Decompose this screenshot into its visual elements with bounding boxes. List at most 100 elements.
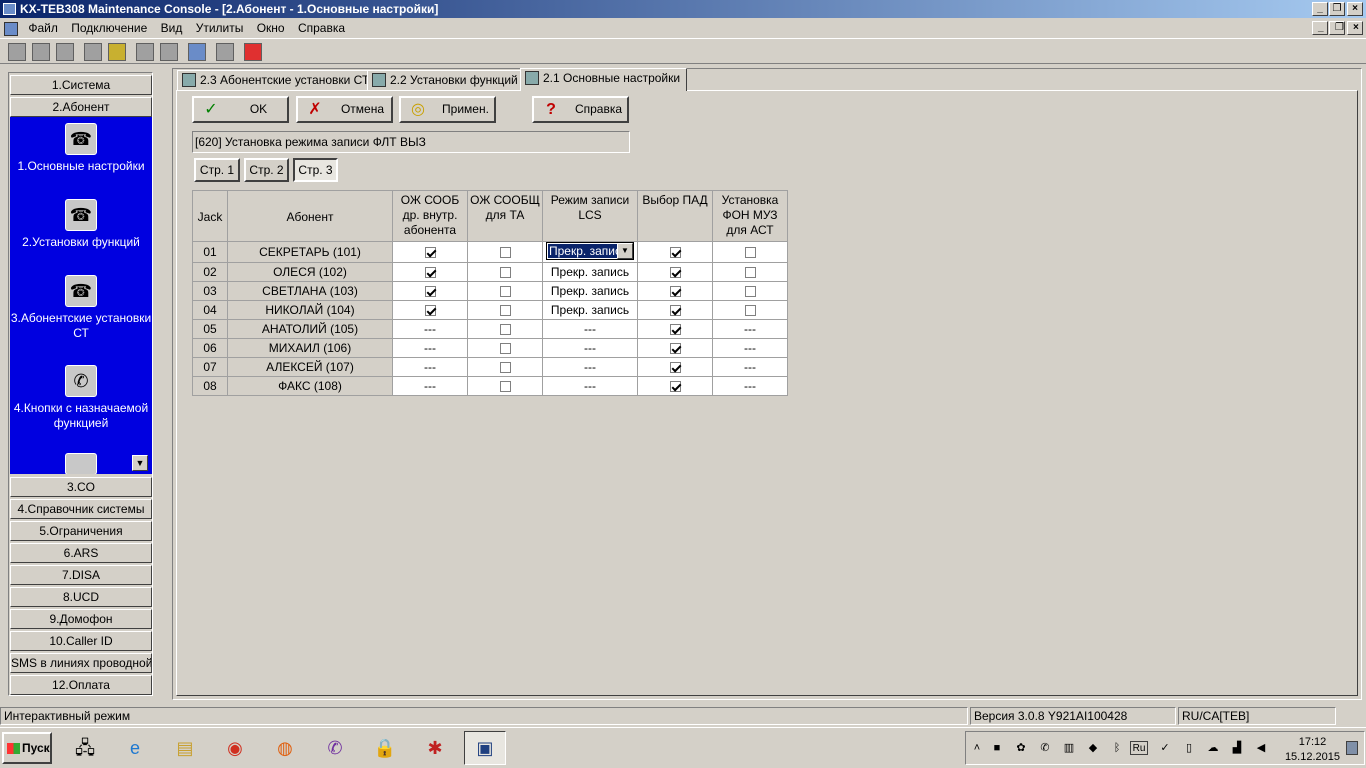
lcs-mode-cell[interactable]: Прекр. запись — [542, 300, 638, 320]
tool-settings-icon[interactable] — [56, 43, 74, 61]
show-desktop-icon[interactable] — [1346, 741, 1358, 755]
bgm-setting-cell[interactable] — [712, 300, 788, 320]
lcs-mode-dropdown[interactable]: Прекр. запись▼ — [546, 242, 634, 260]
checkbox[interactable] — [499, 343, 511, 355]
taskbar-lock-icon[interactable]: 🔒 — [364, 731, 406, 765]
tool-download-icon[interactable] — [160, 43, 178, 61]
lcs-mode-cell[interactable]: Прекр. запись — [542, 262, 638, 282]
taskbar-viber-icon[interactable]: ✆ — [314, 731, 356, 765]
msg-for-ta-cell[interactable] — [467, 300, 543, 320]
help-button[interactable]: ? Справка — [532, 96, 629, 123]
msg-for-ta-cell[interactable] — [467, 241, 543, 263]
tab-feature-settings[interactable]: 2.2 Установки функций — [367, 70, 525, 90]
checkbox[interactable] — [499, 381, 511, 393]
msg-for-ta-cell[interactable] — [467, 281, 543, 301]
pad-select-cell[interactable] — [637, 338, 713, 358]
phone-keypad-icon[interactable]: ☎ — [65, 123, 97, 155]
category-extension[interactable]: 2.Абонент — [10, 97, 152, 117]
taskbar-maintenance-console-icon[interactable]: ▣ — [464, 731, 506, 765]
checkbox[interactable] — [744, 305, 756, 317]
category-sms[interactable]: SMS в линиях проводной связи — [10, 653, 152, 673]
pad-select-cell[interactable] — [637, 376, 713, 396]
checkbox[interactable] — [669, 247, 681, 259]
checkbox[interactable] — [744, 286, 756, 298]
msg-for-ta-cell[interactable] — [467, 338, 543, 358]
tray-nvidia-icon[interactable]: ◆ — [1086, 741, 1100, 755]
tray-update-icon[interactable]: ✓ — [1158, 741, 1172, 755]
menu-file[interactable]: Файл — [23, 18, 63, 38]
checkbox[interactable] — [424, 267, 436, 279]
checkbox[interactable] — [424, 247, 436, 259]
checkbox[interactable] — [744, 247, 756, 259]
category-system[interactable]: 1.Система — [10, 75, 152, 95]
pad-select-cell[interactable] — [637, 319, 713, 339]
tray-app-icon[interactable]: ✿ — [1014, 741, 1028, 755]
apply-button[interactable]: ◎ Примен. — [399, 96, 496, 123]
msg-for-ta-cell[interactable] — [467, 319, 543, 339]
taskbar-network-app-icon[interactable]: 🖧 — [64, 731, 106, 765]
phone-features-icon[interactable]: ☎ — [65, 199, 97, 231]
category-ucd[interactable]: 8.UCD — [10, 587, 152, 607]
pad-select-cell[interactable] — [637, 241, 713, 263]
film-icon[interactable] — [65, 453, 97, 474]
other-ext-msg-cell[interactable] — [392, 241, 468, 263]
checkbox[interactable] — [669, 362, 681, 374]
taskbar-firefox-icon[interactable]: ◍ — [264, 731, 306, 765]
checkbox[interactable] — [669, 267, 681, 279]
checkbox[interactable] — [669, 381, 681, 393]
subitem-basic-settings[interactable]: 1.Основные настройки — [10, 159, 152, 174]
phone-user-icon[interactable]: ☎ — [65, 275, 97, 307]
tool-connect-icon[interactable] — [8, 43, 26, 61]
page-3-button[interactable]: Стр. 3 — [293, 158, 338, 182]
page-1-button[interactable]: Стр. 1 — [194, 158, 240, 182]
checkbox[interactable] — [499, 286, 511, 298]
tool-print-icon[interactable] — [216, 43, 234, 61]
minimize-button[interactable]: _ — [1312, 2, 1328, 16]
tool-upload-icon[interactable] — [136, 43, 154, 61]
start-button[interactable]: Пуск — [2, 732, 52, 764]
category-billing[interactable]: 12.Оплата — [10, 675, 152, 695]
msg-for-ta-cell[interactable] — [467, 262, 543, 282]
menu-window[interactable]: Окно — [252, 18, 290, 38]
checkbox[interactable] — [669, 343, 681, 355]
tray-signal-icon[interactable]: ▟ — [1230, 741, 1244, 755]
category-doorphone[interactable]: 9.Домофон — [10, 609, 152, 629]
category-restrictions[interactable]: 5.Ограничения — [10, 521, 152, 541]
ok-button[interactable]: ✓ OK — [192, 96, 289, 123]
clock[interactable]: 17:12 15.12.2015 — [1285, 735, 1340, 765]
menu-view[interactable]: Вид — [156, 18, 188, 38]
taskbar-app64-icon[interactable]: ✱ — [414, 731, 456, 765]
checkbox[interactable] — [744, 267, 756, 279]
child-close-button[interactable]: × — [1347, 21, 1363, 35]
subitem-feature-settings[interactable]: 2.Установки функций — [10, 235, 152, 250]
checkbox[interactable] — [669, 286, 681, 298]
checkbox[interactable] — [499, 267, 511, 279]
tool-monitor-icon[interactable] — [188, 43, 206, 61]
document-icon[interactable] — [4, 21, 18, 36]
page-2-button[interactable]: Стр. 2 — [244, 158, 289, 182]
checkbox[interactable] — [499, 362, 511, 374]
bgm-setting-cell[interactable] — [712, 281, 788, 301]
checkbox[interactable] — [669, 324, 681, 336]
tray-bluetooth-icon[interactable]: ᛒ — [1110, 741, 1124, 755]
scroll-down-button[interactable]: ▼ — [132, 455, 148, 471]
category-co[interactable]: 3.CO — [10, 477, 152, 497]
tray-device-icon[interactable]: ▯ — [1182, 741, 1196, 755]
menu-help[interactable]: Справка — [293, 18, 350, 38]
category-disa[interactable]: 7.DISA — [10, 565, 152, 585]
lcs-mode-cell[interactable]: Прекр. запись▼ — [542, 241, 638, 263]
tray-sync-icon[interactable]: ☁ — [1206, 741, 1220, 755]
tray-viber-icon[interactable]: ✆ — [1038, 741, 1052, 755]
tray-volume-icon[interactable]: ◀ — [1254, 741, 1268, 755]
taskbar-ie-icon[interactable]: e — [114, 731, 156, 765]
handset-keys-icon[interactable]: ✆ — [65, 365, 97, 397]
child-minimize-button[interactable]: _ — [1312, 21, 1328, 35]
menu-connection[interactable]: Подключение — [66, 18, 152, 38]
pad-select-cell[interactable] — [637, 281, 713, 301]
bgm-setting-cell[interactable] — [712, 262, 788, 282]
subitem-flexible-buttons[interactable]: 4.Кнопки с назначаемой функцией — [10, 401, 152, 431]
lcs-mode-cell[interactable]: Прекр. запись — [542, 281, 638, 301]
taskbar-chrome-icon[interactable]: ◉ — [214, 731, 256, 765]
msg-for-ta-cell[interactable] — [467, 376, 543, 396]
checkbox[interactable] — [424, 305, 436, 317]
